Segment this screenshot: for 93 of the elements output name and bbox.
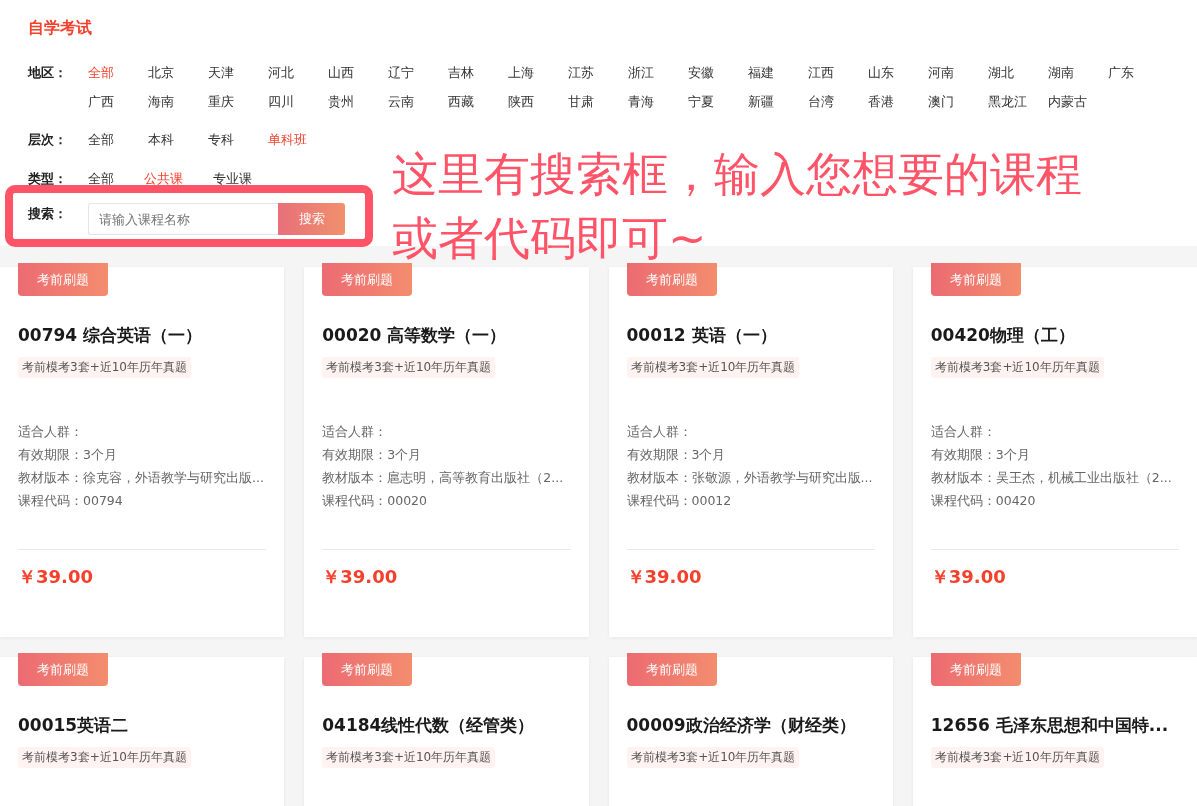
course-price: ￥39.00 — [626, 565, 703, 589]
filter-option[interactable]: 海南 — [148, 87, 208, 116]
filter-option[interactable]: 贵州 — [328, 87, 388, 116]
course-detail: 有效期限：3个月 — [322, 446, 423, 464]
course-subtitle: 考前模考3套+近10年历年真题 — [626, 357, 800, 378]
filter-option[interactable]: 浙江 — [628, 58, 688, 87]
filter-option[interactable]: 河南 — [928, 58, 988, 87]
course-detail: 教材版本：扈志明，高等教育出版社（2... — [322, 469, 565, 487]
filter-option[interactable]: 全部 — [88, 164, 114, 193]
filter-option[interactable]: 四川 — [268, 87, 328, 116]
filter-option[interactable]: 广西 — [88, 87, 148, 116]
course-detail: 有效期限：3个月 — [18, 446, 118, 464]
filter-option[interactable]: 黑龙江 — [988, 87, 1048, 116]
filter-option[interactable]: 新疆 — [748, 87, 808, 116]
filter-option[interactable]: 上海 — [508, 58, 568, 87]
course-price: ￥39.00 — [18, 565, 94, 589]
filter-option[interactable]: 澳门 — [928, 87, 988, 116]
filter-option[interactable]: 全部 — [88, 58, 148, 87]
filter-option[interactable]: 专业课 — [213, 164, 252, 193]
course-title: 00015英语二 — [18, 714, 130, 737]
filter-option[interactable]: 本科 — [148, 125, 208, 154]
filter-label: 层次： — [28, 131, 68, 149]
filter-option[interactable]: 北京 — [148, 58, 208, 87]
filter-option[interactable]: 陕西 — [508, 87, 568, 116]
filter-option[interactable]: 福建 — [748, 58, 808, 87]
course-tag: 考前刷题 — [18, 653, 108, 686]
course-detail: 有效期限：3个月 — [930, 446, 1031, 464]
filter-option[interactable]: 甘肃 — [568, 87, 628, 116]
course-title: 04184线性代数（经管类） — [322, 714, 536, 737]
course-detail: 课程代码：00012 — [626, 492, 733, 510]
course-tag: 考前刷题 — [322, 653, 413, 686]
course-detail: 适合人群： — [930, 423, 997, 441]
course-subtitle: 考前模考3套+近10年历年真题 — [18, 357, 191, 378]
filter-option[interactable]: 辽宁 — [388, 58, 448, 87]
course-tag: 考前刷题 — [930, 653, 1021, 686]
filter-option[interactable]: 西藏 — [448, 87, 508, 116]
course-detail: 课程代码：00420 — [930, 492, 1037, 510]
course-tag: 考前刷题 — [626, 653, 717, 686]
filter-option[interactable]: 山西 — [328, 58, 388, 87]
filter-option[interactable]: 云南 — [388, 87, 448, 116]
course-title: 00009政治经济学（财经类） — [626, 714, 857, 737]
filter-label: 地区： — [28, 64, 68, 82]
filter-option[interactable]: 河北 — [268, 58, 328, 87]
filter-option[interactable]: 广东 — [1108, 58, 1168, 87]
course-subtitle: 考前模考3套+近10年历年真题 — [322, 357, 496, 378]
course-tag: 考前刷题 — [930, 263, 1021, 296]
course-tag: 考前刷题 — [18, 263, 108, 296]
filter-option[interactable]: 专科 — [208, 125, 268, 154]
course-title: 00012 英语（一） — [626, 324, 778, 347]
course-detail: 教材版本：吴王杰，机械工业出版社（2... — [930, 469, 1173, 487]
course-price: ￥39.00 — [930, 565, 1007, 589]
filter-option[interactable]: 江苏 — [568, 58, 628, 87]
filter-option[interactable]: 香港 — [868, 87, 928, 116]
course-detail: 课程代码：00020 — [322, 492, 428, 510]
course-detail: 课程代码：00794 — [18, 492, 124, 510]
filter-option[interactable]: 天津 — [208, 58, 268, 87]
course-detail: 教材版本：徐克容，外语教学与研究出版... — [18, 469, 265, 487]
course-detail: 适合人群： — [18, 423, 84, 441]
search-label: 搜索： — [28, 205, 68, 223]
filter-option[interactable]: 内蒙古 — [1048, 87, 1108, 116]
filter-option[interactable]: 台湾 — [808, 87, 868, 116]
filter-option[interactable]: 安徽 — [688, 58, 748, 87]
page-title: 自学考试 — [28, 18, 93, 39]
filter-option[interactable]: 公共课 — [144, 164, 183, 193]
filter-label: 类型： — [28, 170, 68, 188]
annotation-text: 这里有搜索框，输入您想要的课程 — [392, 146, 1082, 203]
course-detail: 适合人群： — [322, 423, 389, 441]
filter-option[interactable]: 湖南 — [1048, 58, 1108, 87]
filter-option[interactable]: 青海 — [628, 87, 688, 116]
filter-option[interactable]: 山东 — [868, 58, 928, 87]
course-subtitle: 考前模考3套+近10年历年真题 — [930, 747, 1104, 768]
course-title: 12656 毛泽东思想和中国特... — [930, 714, 1170, 737]
course-price: ￥39.00 — [322, 565, 399, 589]
filter-option[interactable]: 重庆 — [208, 87, 268, 116]
course-title: 00420物理（工） — [930, 324, 1076, 347]
course-subtitle: 考前模考3套+近10年历年真题 — [626, 747, 800, 768]
filter-option[interactable]: 江西 — [808, 58, 868, 87]
filter-option[interactable]: 吉林 — [448, 58, 508, 87]
course-title: 00794 综合英语（一） — [18, 324, 204, 347]
search-field[interactable]: 请输入课程名称 — [88, 203, 278, 235]
course-detail: 教材版本：张敬源，外语教学与研究出版... — [626, 469, 874, 487]
filter-option[interactable]: 单科班 — [268, 125, 328, 154]
course-detail: 有效期限：3个月 — [626, 446, 727, 464]
course-subtitle: 考前模考3套+近10年历年真题 — [18, 747, 191, 768]
course-subtitle: 考前模考3套+近10年历年真题 — [322, 747, 496, 768]
course-tag: 考前刷题 — [322, 263, 413, 296]
course-detail: 适合人群： — [626, 423, 693, 441]
filter-option[interactable]: 湖北 — [988, 58, 1048, 87]
course-title: 00020 高等数学（一） — [322, 324, 508, 347]
course-tag: 考前刷题 — [626, 263, 717, 296]
filter-option[interactable]: 宁夏 — [688, 87, 748, 116]
course-subtitle: 考前模考3套+近10年历年真题 — [930, 357, 1104, 378]
filter-option[interactable]: 全部 — [88, 125, 148, 154]
